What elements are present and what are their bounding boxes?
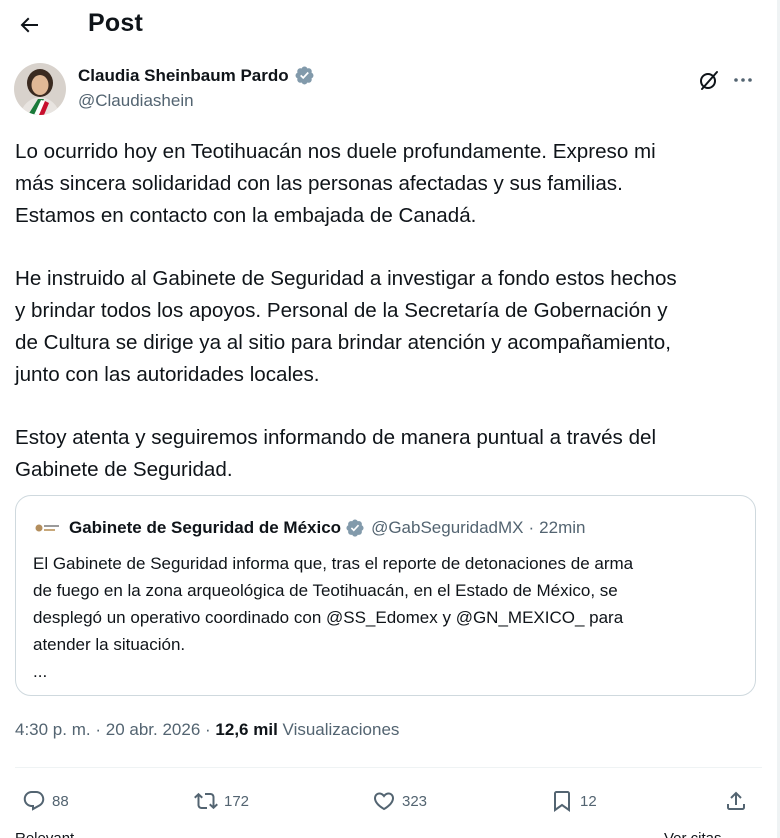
views-count: 12,6 mil — [215, 720, 278, 739]
heart-icon — [373, 792, 395, 811]
reply-count: 88 — [52, 792, 69, 810]
arrow-left-icon — [20, 17, 38, 33]
quote-line: atender la situación. — [33, 635, 186, 654]
quote-line: ... — [33, 662, 48, 681]
quoted-author-handle: @GabSeguridadMX — [371, 518, 524, 537]
share-icon — [727, 791, 745, 810]
quoted-author-avatar — [33, 516, 63, 540]
quote-line: de fuego en la zona arqueológica de Teot… — [33, 581, 618, 600]
share-button[interactable] — [724, 787, 748, 815]
quote-line: El Gabinete de Seguridad informa que, tr… — [33, 554, 634, 573]
author-name-row: Claudia Sheinbaum Pardo — [78, 65, 315, 86]
verified-badge-icon — [294, 65, 315, 86]
post-date[interactable]: 20 abr. 2026 — [106, 720, 201, 739]
quoted-post-card[interactable]: Gabinete de Seguridad de México @GabSegu… — [15, 495, 756, 696]
author-name[interactable]: Claudia Sheinbaum Pardo — [78, 66, 289, 86]
page-title: Post — [88, 9, 143, 37]
author-handle[interactable]: @Claudiashein — [78, 91, 194, 111]
avatar-image — [14, 63, 66, 115]
tweet-line: He instruido al Gabinete de Seguridad a … — [15, 267, 677, 291]
verified-badge-icon — [345, 518, 365, 538]
grok-button[interactable] — [694, 65, 724, 95]
separator-dot: · — [205, 720, 211, 739]
tweet-line: Estamos en contacto con la embajada de C… — [15, 203, 477, 227]
quoted-post-text: El Gabinete de Seguridad informa que, tr… — [33, 550, 748, 685]
divider — [15, 767, 762, 768]
quoted-post-header: Gabinete de Seguridad de México @GabSegu… — [33, 516, 585, 540]
bookmark-icon — [554, 791, 570, 812]
action-bar: 88 172 323 12 — [0, 787, 777, 817]
views-label: Visualizaciones — [282, 720, 400, 739]
tweet-line: junto con las autoridades locales. — [15, 362, 320, 386]
like-count: 323 — [402, 792, 428, 810]
tweet-line: más sincera solidaridad con las personas… — [15, 171, 623, 195]
tweet-line: de Cultura se dirige ya al sitio para br… — [15, 330, 671, 354]
repost-count: 172 — [224, 792, 250, 810]
quote-line: desplegó un operativo coordinado con @SS… — [33, 608, 624, 627]
repost-icon — [194, 792, 218, 810]
separator-dot: · — [528, 518, 535, 537]
quoted-post-time: 22min — [539, 518, 586, 537]
tweet-line: Lo ocurrido hoy en Teotihuacán nos duele… — [15, 140, 656, 163]
reply-sort-label[interactable]: Relevant — [15, 830, 74, 838]
view-quotes-link[interactable]: Ver citas — [664, 830, 722, 838]
bookmark-button[interactable]: 12 — [550, 787, 597, 815]
like-button[interactable]: 323 — [372, 787, 427, 815]
post-time[interactable]: 4:30 p. m. — [15, 720, 91, 739]
bookmark-count: 12 — [580, 792, 597, 810]
quoted-author-name: Gabinete de Seguridad de México — [69, 518, 342, 537]
repost-button[interactable]: 172 — [194, 787, 249, 815]
reply-icon — [23, 791, 45, 811]
reply-button[interactable]: 88 — [22, 787, 69, 815]
tweet-line: y brindar todos los apoyos. Personal de … — [15, 298, 668, 322]
back-button[interactable] — [14, 10, 44, 40]
avatar[interactable] — [14, 63, 66, 115]
post-meta: 4:30 p. m. · 20 abr. 2026 · 12,6 mil Vis… — [15, 720, 399, 740]
grok-icon — [700, 71, 718, 90]
tweet-line: Estoy atenta y seguiremos informando de … — [15, 426, 657, 450]
page-header: Post — [0, 0, 777, 50]
tweet-line: Gabinete de Seguridad. — [15, 457, 233, 481]
more-button[interactable] — [728, 65, 758, 95]
more-dots-icon — [734, 78, 752, 82]
separator-dot: · — [95, 720, 102, 739]
tweet-text: Lo ocurrido hoy en Teotihuacán nos duele… — [15, 136, 765, 486]
